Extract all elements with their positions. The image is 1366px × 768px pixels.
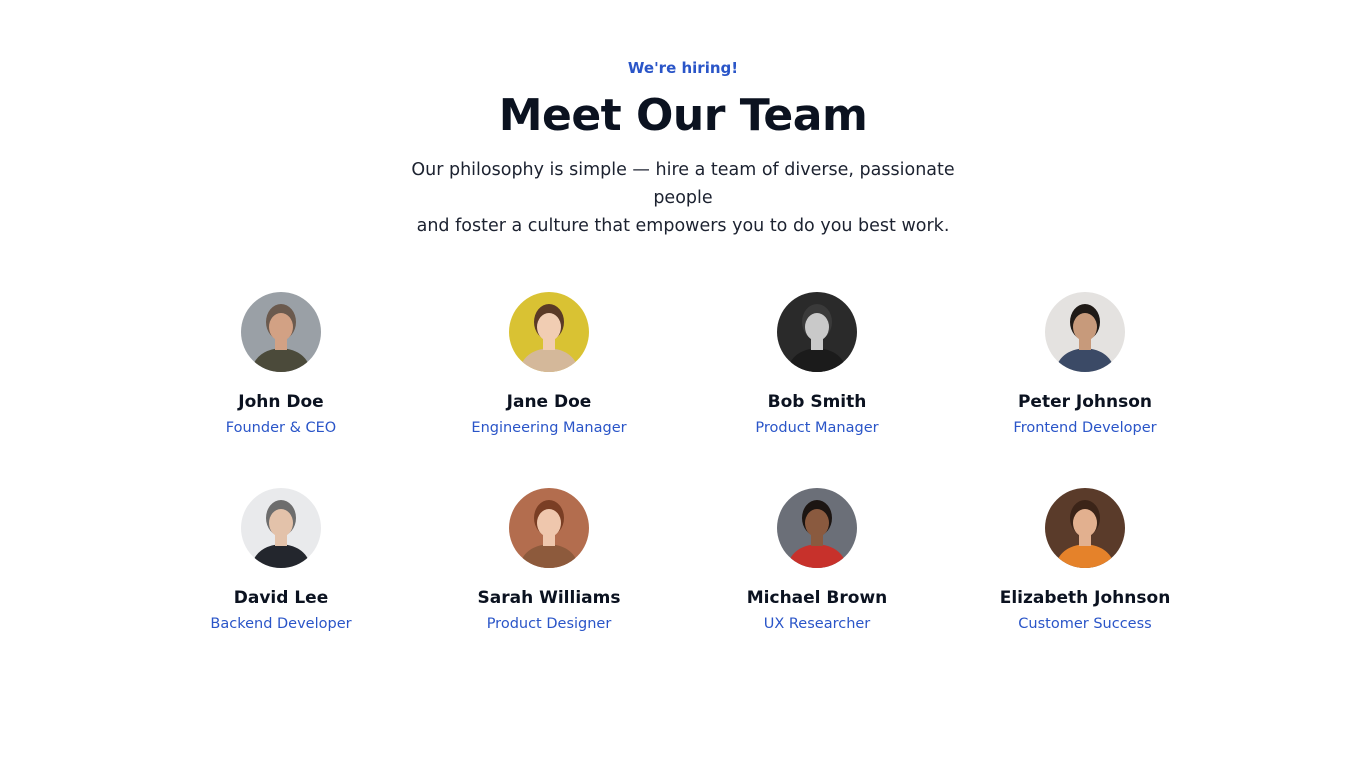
- team-member-card: John Doe Founder & CEO: [147, 292, 415, 488]
- member-name: David Lee: [233, 588, 329, 608]
- team-member-card: Bob Smith Product Manager: [683, 292, 951, 488]
- member-role: Engineering Manager: [471, 420, 627, 436]
- team-member-card: Jane Doe Engineering Manager: [415, 292, 683, 488]
- avatar: [241, 488, 321, 568]
- member-role: Customer Success: [1018, 616, 1152, 632]
- member-role: Product Manager: [755, 420, 879, 436]
- team-member-card: David Lee Backend Developer: [147, 488, 415, 684]
- avatar-face: [537, 313, 561, 341]
- member-name: Elizabeth Johnson: [999, 588, 1171, 608]
- team-member-card: Peter Johnson Frontend Developer: [951, 292, 1219, 488]
- page-subtitle: Our philosophy is simple — hire a team o…: [383, 156, 983, 240]
- member-name: Peter Johnson: [1017, 392, 1153, 412]
- subtitle-line-2: and foster a culture that empowers you t…: [416, 216, 950, 236]
- member-role: Frontend Developer: [1013, 420, 1157, 436]
- subtitle-line-1: Our philosophy is simple — hire a team o…: [411, 160, 955, 208]
- member-name: Bob Smith: [767, 392, 867, 412]
- member-role: UX Researcher: [763, 616, 871, 632]
- avatar: [777, 292, 857, 372]
- avatar-face: [1073, 313, 1097, 341]
- page-title: Meet Our Team: [498, 90, 868, 141]
- avatar: [509, 488, 589, 568]
- team-grid: John Doe Founder & CEO Jane Doe Engineer…: [147, 292, 1219, 684]
- avatar: [509, 292, 589, 372]
- avatar: [1045, 292, 1125, 372]
- team-member-card: Michael Brown UX Researcher: [683, 488, 951, 684]
- member-role: Product Designer: [486, 616, 612, 632]
- avatar-face: [805, 509, 829, 537]
- member-name: Sarah Williams: [477, 588, 621, 608]
- member-name: Michael Brown: [746, 588, 888, 608]
- team-member-card: Elizabeth Johnson Customer Success: [951, 488, 1219, 684]
- member-role: Founder & CEO: [225, 420, 337, 436]
- team-member-card: Sarah Williams Product Designer: [415, 488, 683, 684]
- hiring-eyebrow[interactable]: We're hiring!: [0, 58, 1366, 78]
- avatar-face: [1073, 509, 1097, 537]
- avatar: [777, 488, 857, 568]
- avatar-face: [269, 313, 293, 341]
- member-name: John Doe: [238, 392, 324, 412]
- avatar: [241, 292, 321, 372]
- avatar-face: [805, 313, 829, 341]
- member-role: Backend Developer: [210, 616, 352, 632]
- avatar-face: [537, 509, 561, 537]
- avatar: [1045, 488, 1125, 568]
- member-name: Jane Doe: [506, 392, 592, 412]
- avatar-face: [269, 509, 293, 537]
- team-section: We're hiring! Meet Our Team Our philosop…: [0, 0, 1366, 768]
